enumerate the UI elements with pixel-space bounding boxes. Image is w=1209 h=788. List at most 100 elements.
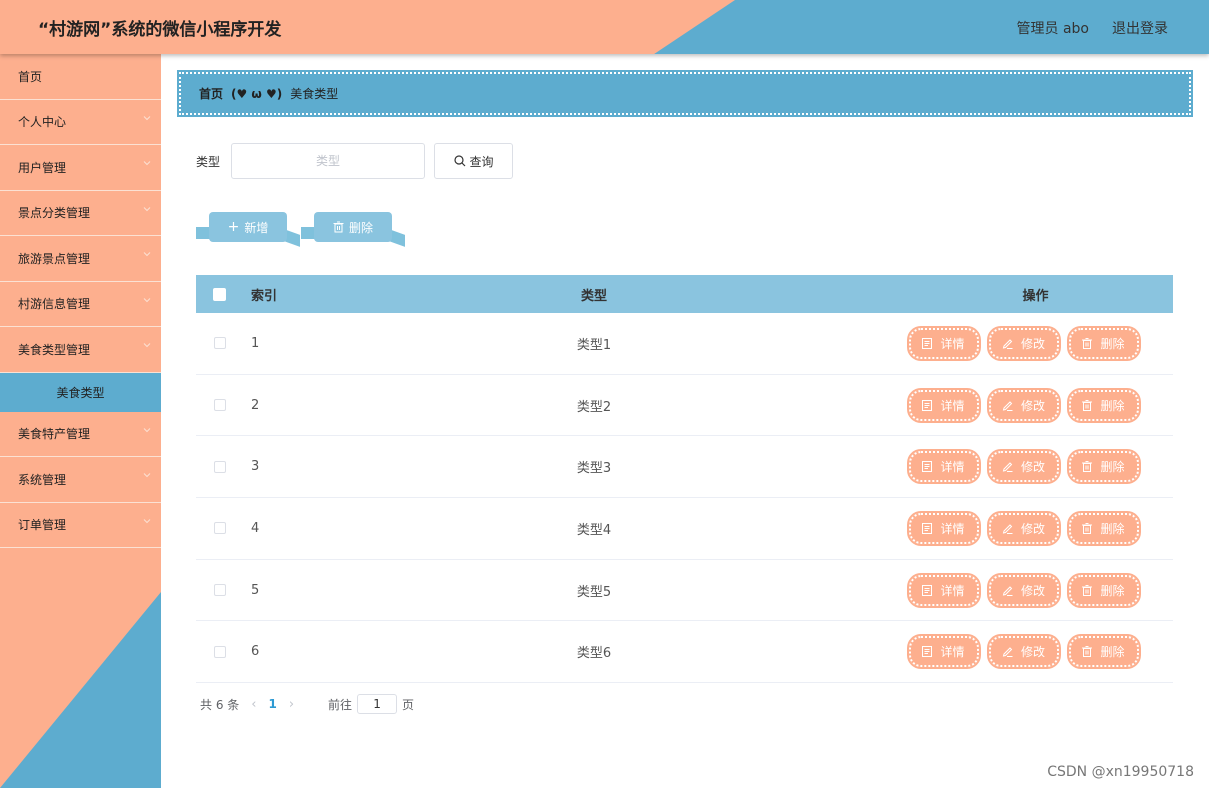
delete-button-wrap: 删除 [301,212,406,247]
header-index: 索引 [251,288,278,304]
row-checkbox[interactable] [213,460,226,473]
pager-page-suffix: 页 [402,697,415,712]
sidebar-item-label: 用户管理 [18,160,67,175]
sidebar-item[interactable]: 村游信息管理 [0,282,161,327]
row-index: 2 [251,397,260,413]
row-edit-button[interactable]: 修改 [986,572,1061,608]
search-label: 类型 [196,154,221,169]
row-edit-label: 修改 [1020,645,1045,660]
breadcrumb-current: 美食类型 [290,87,339,101]
row-delete-button[interactable]: 删除 [1066,510,1141,546]
row-edit-label: 修改 [1020,336,1045,351]
plus-icon: + [227,219,240,235]
pencil-icon [1002,585,1017,596]
search-bar: 类型 查询 [196,143,514,179]
sidebar-item[interactable]: 首页 [0,54,161,100]
sidebar-decoration [0,592,161,788]
row-detail-button[interactable]: 详情 [906,634,981,670]
breadcrumb-home[interactable]: 首页 [199,85,223,102]
row-detail-button[interactable]: 详情 [906,510,981,546]
row-edit-button[interactable]: 修改 [986,325,1061,361]
pencil-icon [1002,338,1017,349]
pencil-icon [1002,523,1017,534]
pagination: 共 6 条 ‹ 1 › 前往 页 [200,694,414,714]
trash-icon [333,221,344,233]
row-delete-button[interactable]: 删除 [1066,572,1141,608]
header-type: 类型 [580,288,607,304]
sidebar-item[interactable]: 美食类型管理 [0,327,161,373]
row-type: 类型2 [576,399,612,415]
pencil-icon [1002,646,1017,658]
sidebar-item-label: 个人中心 [18,115,67,130]
add-button[interactable]: + 新增 [209,212,287,242]
query-button-label: 查询 [469,154,494,169]
row-checkbox[interactable] [213,337,226,350]
row-delete-label: 删除 [1100,336,1125,351]
row-edit-button[interactable]: 修改 [986,510,1061,546]
row-index: 3 [251,459,260,475]
document-icon [922,646,936,658]
row-edit-button[interactable]: 修改 [986,387,1061,423]
header-ops: 操作 [1022,288,1049,304]
row-checkbox[interactable] [213,645,226,658]
row-delete-button[interactable]: 删除 [1066,634,1141,670]
watermark: CSDN @xn19950718 [1047,764,1194,780]
row-index: 5 [251,582,260,598]
row-delete-label: 删除 [1100,583,1125,598]
chevron-down-icon [143,159,151,167]
row-delete-label: 删除 [1100,398,1125,413]
row-edit-button[interactable]: 修改 [986,634,1061,670]
select-all-checkbox[interactable] [213,287,226,301]
sidebar-item-label: 订单管理 [18,518,67,533]
row-delete-button[interactable]: 删除 [1066,387,1141,423]
row-checkbox[interactable] [213,399,226,412]
trash-icon [1082,522,1096,534]
sidebar-item[interactable]: 订单管理 [0,503,161,548]
sidebar-item-label: 景点分类管理 [18,206,91,221]
row-edit-label: 修改 [1020,521,1045,536]
row-delete-button[interactable]: 删除 [1066,449,1141,485]
chevron-left-icon[interactable]: ‹ [251,697,256,712]
sidebar-item-label: 系统管理 [18,472,67,487]
row-index: 1 [251,335,260,351]
logout-link[interactable]: 退出登录 [1112,18,1168,38]
chevron-down-icon [143,426,151,434]
sidebar-item[interactable]: 旅游景点管理 [0,236,161,282]
row-checkbox[interactable] [213,584,226,597]
sidebar-item[interactable]: 美食特产管理 [0,412,161,457]
pager-current-page[interactable]: 1 [268,697,276,711]
sidebar-item[interactable]: 系统管理 [0,457,161,503]
row-detail-button[interactable]: 详情 [906,325,981,361]
table-row: 5 类型5 详情 修改 删除 [196,560,1173,622]
sidebar-item[interactable]: 用户管理 [0,145,161,191]
search-input[interactable] [231,143,426,179]
trash-icon [1082,461,1096,473]
top-header: “村游网”系统的微信小程序开发 管理员 abo 退出登录 [0,0,1209,54]
row-delete-button[interactable]: 删除 [1066,325,1141,361]
data-table: 索引 类型 操作 1 类型1 详情 修改 删除 2 类型2 详情 修改 删除 3 类型3 详情 修改 删除 4… [196,275,1173,684]
chevron-down-icon [143,250,151,258]
search-icon [453,155,466,167]
row-detail-button[interactable]: 详情 [906,572,981,608]
add-button-label: 新增 [244,220,269,235]
row-edit-button[interactable]: 修改 [986,449,1061,485]
chevron-right-icon[interactable]: › [289,697,294,712]
sidebar-item[interactable]: 景点分类管理 [0,191,161,236]
pager-total: 共 6 条 [200,697,240,712]
table-header: 索引 类型 操作 [196,275,1173,313]
row-edit-label: 修改 [1020,398,1045,413]
row-checkbox[interactable] [213,522,226,535]
pager-goto-input[interactable] [357,694,398,714]
document-icon [922,461,936,473]
bulk-delete-button[interactable]: 删除 [314,212,392,242]
sidebar-subitem-food-type[interactable]: 美食类型 [0,372,161,412]
query-button[interactable]: 查询 [434,143,514,179]
sidebar-item[interactable]: 个人中心 [0,100,161,145]
row-detail-label: 详情 [940,521,965,536]
row-detail-button[interactable]: 详情 [906,387,981,423]
sidebar: 首页 个人中心 用户管理 景点分类管理 旅游景点管理 村游信息管理 美食类型管理 美食类型 … [0,54,161,788]
sidebar-item-label: 旅游景点管理 [18,251,91,266]
sidebar-item-label: 村游信息管理 [18,297,91,312]
row-detail-button[interactable]: 详情 [906,449,981,485]
pager-goto-label: 前往 [328,697,353,712]
